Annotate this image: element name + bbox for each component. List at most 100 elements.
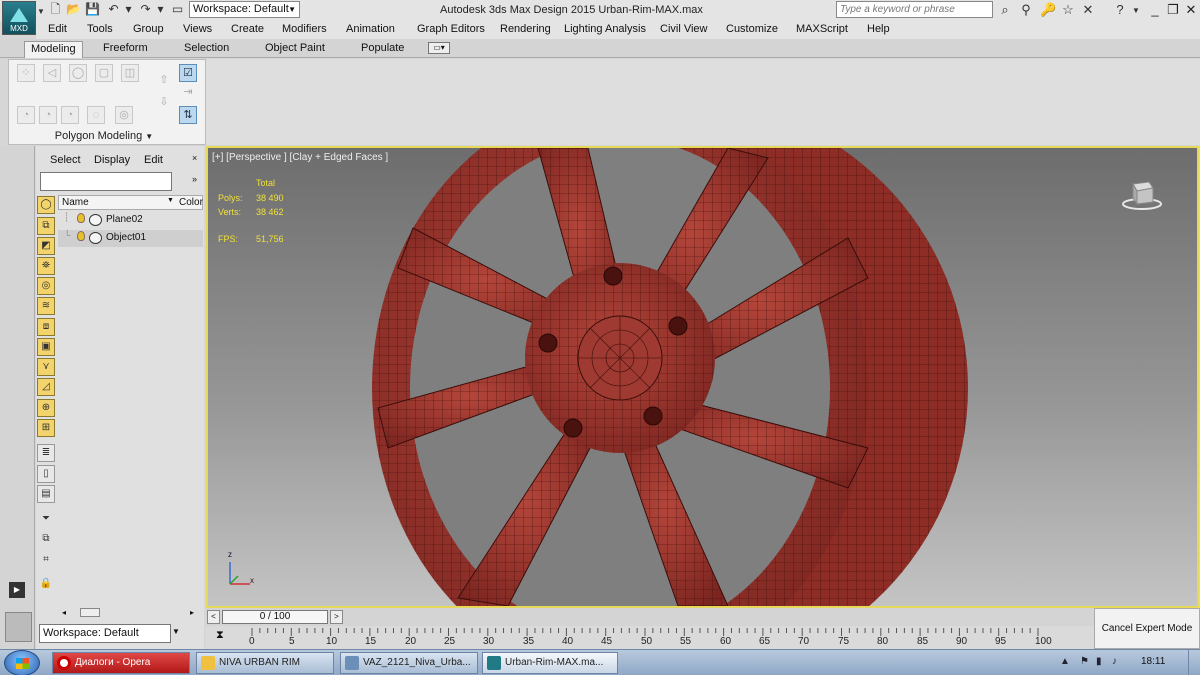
scroll-right-icon[interactable]: ▸ xyxy=(190,608,194,617)
project-folder-icon[interactable]: ▭ xyxy=(170,2,185,17)
ribbon-options-icon[interactable]: ▭▾ xyxy=(428,42,450,54)
time-next-icon[interactable]: > xyxy=(330,610,343,624)
time-prev-icon[interactable]: < xyxy=(207,610,220,624)
display-none-icon[interactable]: ◯ xyxy=(37,196,55,214)
volume-icon[interactable]: ♪ xyxy=(1112,656,1117,667)
tab-modeling[interactable]: Modeling xyxy=(24,41,83,58)
show-cage-icon[interactable]: ⇅ xyxy=(179,106,197,124)
menu-group[interactable]: Group xyxy=(133,23,164,35)
menu-create[interactable]: Create xyxy=(231,23,264,35)
display-helpers-icon[interactable]: ≋ xyxy=(37,297,55,315)
element-mode-icon[interactable]: ◫ xyxy=(121,64,139,82)
expand-panel-icon[interactable]: ▶ xyxy=(9,582,25,598)
border-mode-icon[interactable]: ◯ xyxy=(69,64,87,82)
favorites-star-icon[interactable]: ☆ xyxy=(1060,2,1076,18)
display-frozen-icon[interactable]: ⊞ xyxy=(37,419,55,437)
scene-menu-edit[interactable]: Edit xyxy=(144,154,163,166)
search-input[interactable]: Type a keyword or phrase xyxy=(836,1,993,18)
menu-views[interactable]: Views xyxy=(183,23,212,35)
polygon-mode-icon[interactable]: ▢ xyxy=(95,64,113,82)
new-file-icon[interactable]: 🗋 xyxy=(48,2,63,17)
lock-icon[interactable]: 🔒 xyxy=(37,576,55,594)
scroll-thumb[interactable] xyxy=(80,608,100,617)
tab-object-paint[interactable]: Object Paint xyxy=(259,41,331,58)
next-modifier-icon[interactable]: ◔ xyxy=(61,106,79,124)
communication-center-icon[interactable]: ⚲ xyxy=(1018,2,1034,18)
tab-populate[interactable]: Populate xyxy=(355,41,410,58)
help-icon[interactable]: ? xyxy=(1112,2,1128,17)
app-menu-arrow-icon[interactable]: ▼ xyxy=(37,7,45,16)
menu-maxscript[interactable]: MAXScript xyxy=(796,23,848,35)
horizontal-scrollbar[interactable]: ◂ ▸ xyxy=(40,608,200,621)
scene-menu-display[interactable]: Display xyxy=(94,154,130,166)
taskbar-item-folder[interactable]: NIVA URBAN RIM xyxy=(196,652,334,674)
column-color[interactable]: Color xyxy=(179,197,203,208)
menu-civil-view[interactable]: Civil View xyxy=(660,23,707,35)
collapse-stack-icon[interactable]: ◎ xyxy=(115,106,133,124)
redo-icon[interactable]: ↷ xyxy=(138,2,153,17)
ignore-backfacing-icon[interactable]: ⇥ xyxy=(179,84,197,102)
scroll-left-icon[interactable]: ◂ xyxy=(62,608,66,617)
perspective-viewport[interactable]: [+] [Perspective ] [Clay + Edged Faces ]… xyxy=(206,146,1199,608)
pin-stack-icon[interactable]: ⇧ xyxy=(155,72,173,90)
taskbar-item-3dsmax[interactable]: Urban-Rim-MAX.ma... xyxy=(482,652,618,674)
previous-modifier-icon[interactable]: ◔ xyxy=(39,106,57,124)
taskbar-clock[interactable]: 18:11 xyxy=(1141,656,1165,667)
workspace-select[interactable]: Workspace: Default ▼ xyxy=(189,1,300,18)
scene-search-input[interactable] xyxy=(40,172,172,191)
modify-mode-icon[interactable]: ◔ xyxy=(17,106,35,124)
time-slider-thumb[interactable]: 0 / 100 xyxy=(222,610,328,624)
vertex-mode-icon[interactable]: ⁘ xyxy=(17,64,35,82)
tab-freeform[interactable]: Freeform xyxy=(97,41,154,58)
menu-tools[interactable]: Tools xyxy=(87,23,113,35)
display-geometry-icon[interactable]: ⧉ xyxy=(37,217,55,235)
list-all-icon[interactable]: ≣ xyxy=(37,444,55,462)
show-desktop-button[interactable] xyxy=(1188,650,1200,675)
display-lights-icon[interactable]: ⛯ xyxy=(37,257,55,275)
minimize-icon[interactable]: _ xyxy=(1146,2,1164,17)
light-bulb-icon[interactable] xyxy=(77,213,85,223)
app-logo-icon[interactable]: MXD xyxy=(2,1,36,35)
tab-selection[interactable]: Selection xyxy=(178,41,235,58)
list-invert-icon[interactable]: ▤ xyxy=(37,485,55,503)
panel-close-icon[interactable]: × xyxy=(192,153,197,163)
scene-menu-select[interactable]: Select xyxy=(50,154,81,166)
cancel-expert-mode-button[interactable]: Cancel Expert Mode xyxy=(1094,608,1200,649)
subscription-icon[interactable]: 🔑 xyxy=(1040,2,1056,18)
network-icon[interactable]: ▮ xyxy=(1096,656,1102,667)
undo-icon[interactable]: ↶ xyxy=(106,2,121,17)
menu-graph-editors[interactable]: Graph Editors xyxy=(417,23,485,35)
display-bones-icon[interactable]: ◿ xyxy=(37,378,55,396)
make-unique-icon[interactable]: ⇩ xyxy=(155,94,173,112)
start-button[interactable] xyxy=(4,650,40,675)
scene-row-plane02[interactable]: ┊ Plane02 xyxy=(58,212,203,229)
restore-icon[interactable]: ❐ xyxy=(1164,2,1182,18)
help-dropdown-icon[interactable]: ▼ xyxy=(1128,6,1144,15)
display-groups-icon[interactable]: ▣ xyxy=(37,338,55,356)
explorer-workspace-select[interactable]: Workspace: Default xyxy=(39,624,171,643)
display-containers-icon[interactable]: ⊕ xyxy=(37,399,55,417)
menu-customize[interactable]: Customize xyxy=(726,23,778,35)
scene-row-object01[interactable]: └ Object01 xyxy=(58,230,203,247)
object-visibility-icon[interactable] xyxy=(89,232,102,244)
taskbar-item-opera[interactable]: Диалоги - Opera xyxy=(52,652,190,674)
menu-rendering[interactable]: Rendering xyxy=(500,23,551,35)
exchange-icon[interactable]: ✕ xyxy=(1080,2,1096,18)
viewcube-icon[interactable] xyxy=(1121,174,1163,214)
undo-dropdown-icon[interactable]: ▾ xyxy=(121,2,136,17)
chevron-down-icon[interactable]: ▼ xyxy=(172,627,180,636)
menu-edit[interactable]: Edit xyxy=(48,23,67,35)
find-icon[interactable]: ⌗ xyxy=(37,552,55,570)
polygon-modeling-caption[interactable]: Polygon Modeling ▼ xyxy=(9,130,199,142)
display-xrefs-icon[interactable]: ⋎ xyxy=(37,358,55,376)
object-visibility-icon[interactable] xyxy=(89,214,102,226)
light-bulb-icon[interactable] xyxy=(77,231,85,241)
menu-lighting-analysis[interactable]: Lighting Analysis xyxy=(564,23,646,35)
taskbar-item-viewer[interactable]: VAZ_2121_Niva_Urba... xyxy=(340,652,478,674)
filter-icon[interactable]: ⏷ xyxy=(37,511,55,529)
save-icon[interactable]: 💾 xyxy=(85,2,100,17)
display-cameras-icon[interactable]: ◎ xyxy=(37,277,55,295)
tray-expand-icon[interactable]: ▲ xyxy=(1060,656,1070,667)
binoculars-icon[interactable]: ⌕ xyxy=(997,2,1013,18)
tray-flag-icon[interactable]: ⚑ xyxy=(1080,656,1089,667)
